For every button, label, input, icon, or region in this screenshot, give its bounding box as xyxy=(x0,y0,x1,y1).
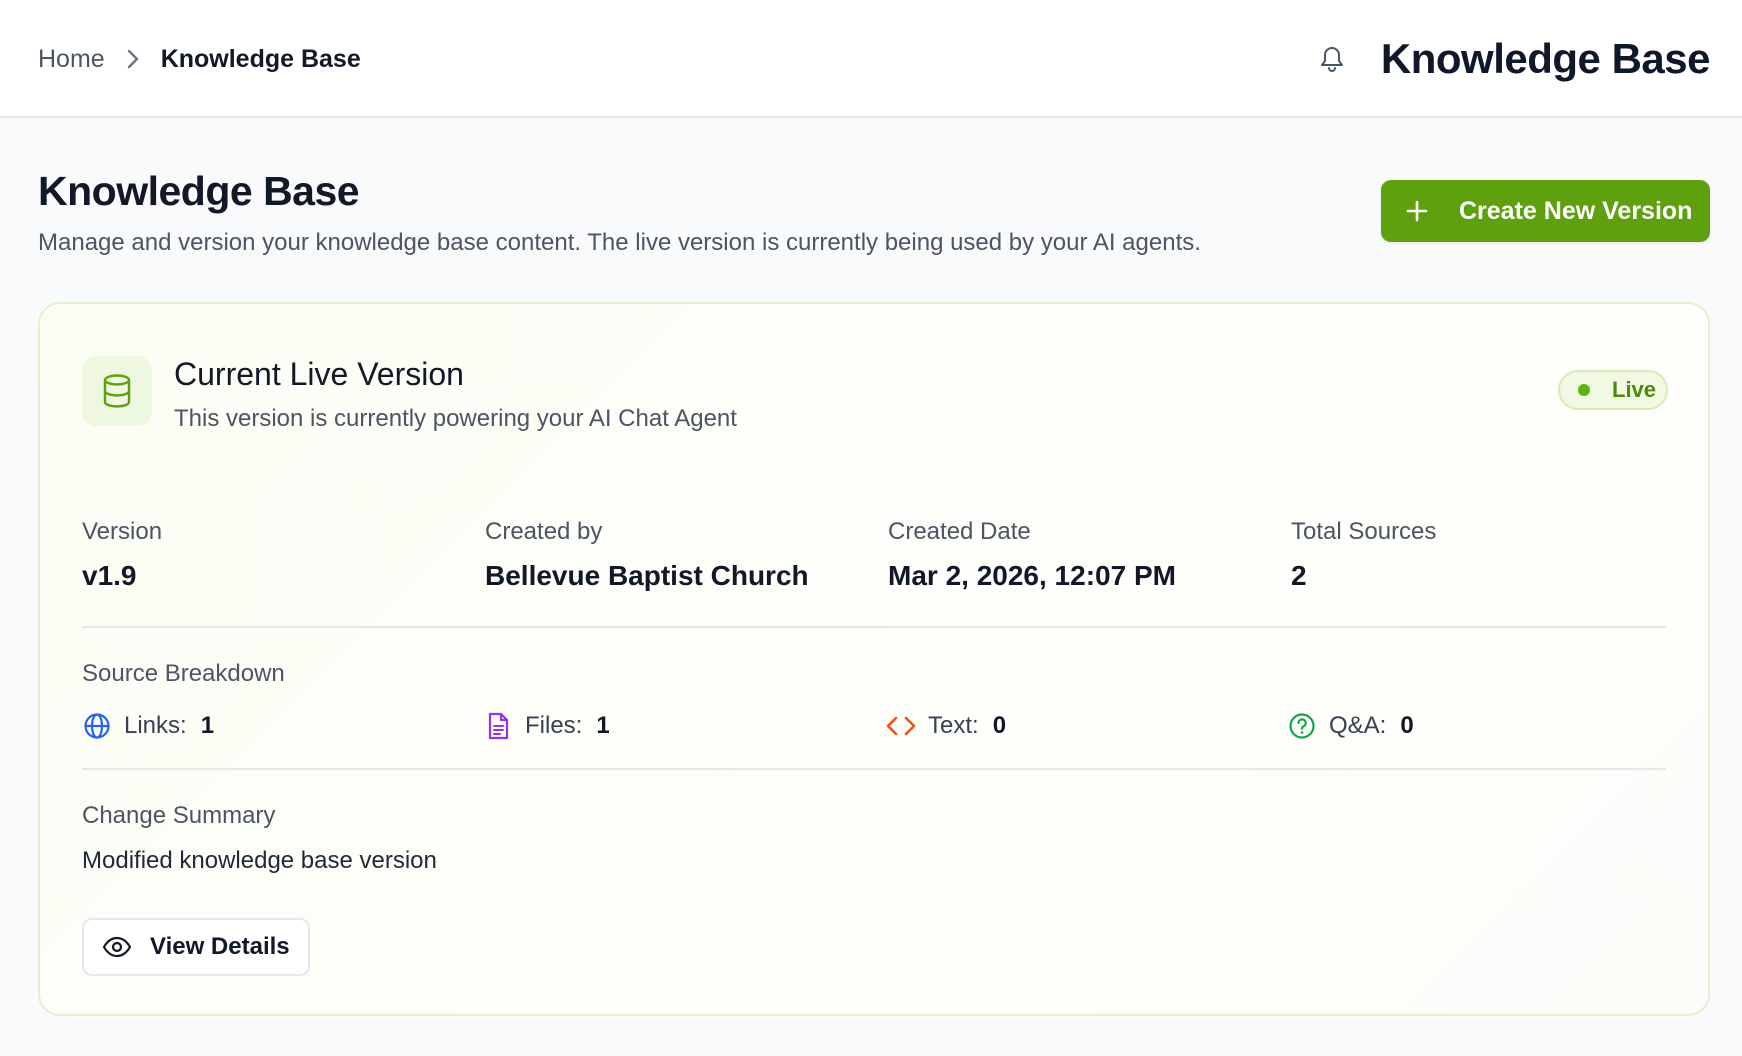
help-circle-icon xyxy=(1287,711,1317,741)
chevron-right-icon xyxy=(105,42,161,76)
links-label: Links: xyxy=(124,712,187,739)
files-label: Files: xyxy=(525,712,583,739)
source-links: Links: 1 xyxy=(82,708,214,744)
page-title: Knowledge Base xyxy=(38,168,360,214)
text-count: 0 xyxy=(992,712,1007,739)
create-new-version-label: Create New Version xyxy=(1459,196,1693,225)
qa-count: 0 xyxy=(1400,712,1414,739)
source-qa: Q&A: 0 xyxy=(1287,708,1414,744)
version-value: v1.9 xyxy=(82,560,137,591)
divider xyxy=(82,768,1666,770)
links-count: 1 xyxy=(200,712,215,739)
current-live-version-card: Current Live Version This version is cur… xyxy=(38,302,1710,1016)
text-label: Text: xyxy=(928,712,979,739)
plus-icon xyxy=(1403,197,1431,225)
view-details-label: View Details xyxy=(150,933,290,960)
change-summary-text: Modified knowledge base version xyxy=(82,847,437,874)
qa-label: Q&A: xyxy=(1329,712,1387,739)
created-by-label: Created by xyxy=(485,518,603,545)
bell-icon[interactable] xyxy=(1316,42,1348,74)
breadcrumb-current: Knowledge Base xyxy=(160,45,361,73)
live-dot-icon xyxy=(1578,384,1590,396)
status-badge-label: Live xyxy=(1612,377,1657,402)
code-icon xyxy=(886,711,916,741)
created-date-label: Created Date xyxy=(888,518,1031,545)
top-bar: Home Knowledge Base Knowledge Base xyxy=(0,0,1742,118)
breadcrumb: Home Knowledge Base xyxy=(38,42,361,76)
status-badge: Live xyxy=(1558,370,1668,410)
created-by-value: Bellevue Baptist Church xyxy=(485,560,809,591)
card-subtitle: This version is currently powering your … xyxy=(174,405,737,432)
file-text-icon xyxy=(483,711,513,741)
app-title: Knowledge Base xyxy=(1380,35,1711,82)
eye-icon xyxy=(102,932,132,962)
change-summary-label: Change Summary xyxy=(82,802,276,829)
files-count: 1 xyxy=(596,712,610,739)
total-sources-label: Total Sources xyxy=(1291,518,1437,545)
total-sources-value: 2 xyxy=(1291,560,1307,591)
globe-icon xyxy=(82,711,112,741)
database-icon xyxy=(82,356,152,426)
create-new-version-button[interactable]: Create New Version xyxy=(1381,180,1710,242)
source-text: Text: 0 xyxy=(886,708,1006,744)
breadcrumb-home[interactable]: Home xyxy=(38,42,105,76)
card-title: Current Live Version xyxy=(174,356,464,392)
created-date-value: Mar 2, 2026, 12:07 PM xyxy=(888,560,1176,591)
source-files: Files: 1 xyxy=(483,708,610,744)
page-subtitle: Manage and version your knowledge base c… xyxy=(38,229,1201,256)
source-breakdown-label: Source Breakdown xyxy=(82,660,285,687)
view-details-button[interactable]: View Details xyxy=(82,918,310,976)
divider xyxy=(82,626,1666,628)
version-label: Version xyxy=(82,518,163,545)
